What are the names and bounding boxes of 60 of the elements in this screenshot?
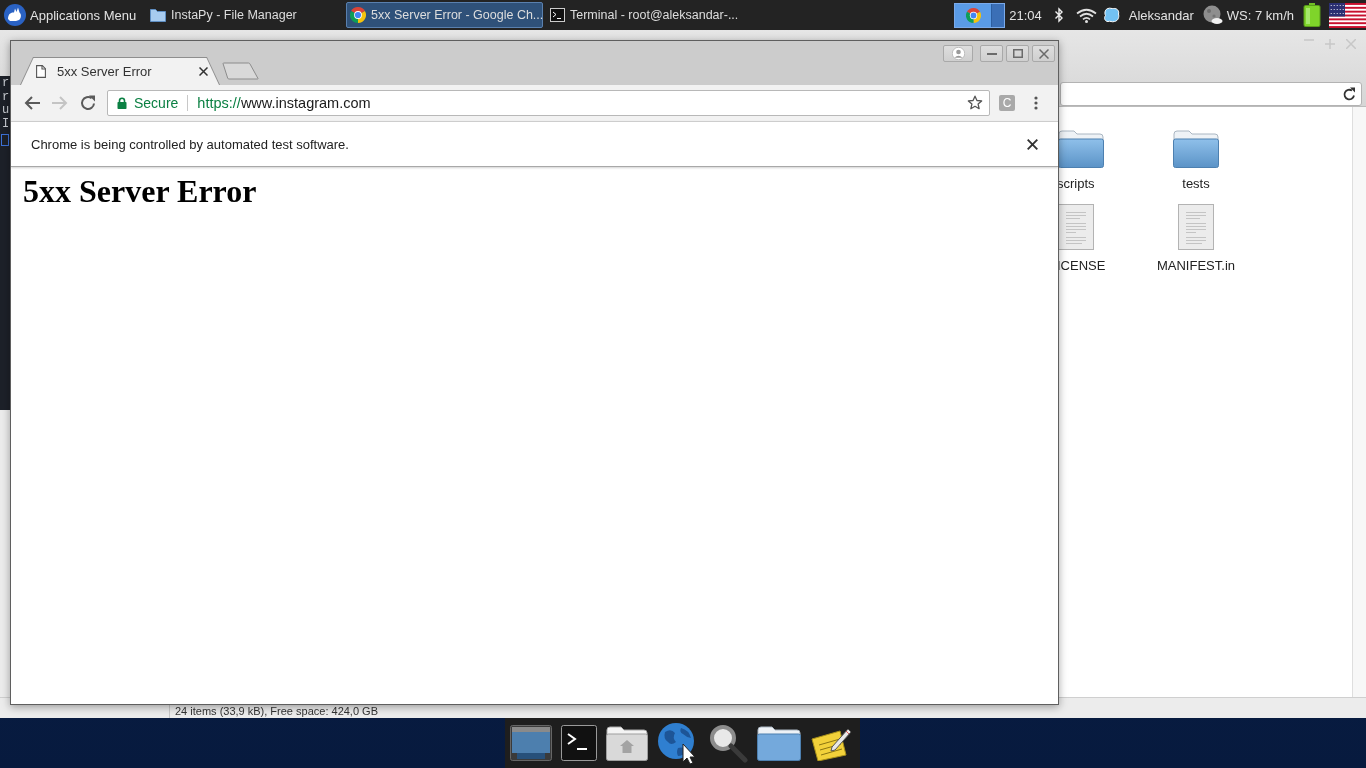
taskbar-button[interactable]: 5xx Server Error - Google Ch... <box>346 2 543 28</box>
url-text: https://www.instagram.com <box>197 95 371 111</box>
browser-tab[interactable]: 5xx Server Error <box>20 57 220 85</box>
status-bar-text: 24 items (33,9 kB), Free space: 424,0 GB <box>174 705 378 718</box>
magnifier-icon[interactable] <box>708 723 748 763</box>
folder-icon <box>1058 128 1104 168</box>
maximize-icon <box>1012 49 1023 58</box>
home-folder-icon[interactable] <box>606 725 648 761</box>
terminal-line: I <box>1 117 10 131</box>
minimize-icon <box>986 52 997 55</box>
workspace-pager[interactable] <box>954 2 1006 28</box>
profile-button[interactable] <box>943 45 973 62</box>
terminal-icon <box>550 8 565 22</box>
close-icon[interactable] <box>1027 138 1038 150</box>
close-button[interactable] <box>1032 45 1055 62</box>
folder-icon[interactable] <box>757 725 801 761</box>
file-name-label[interactable]: tests <box>1182 176 1210 191</box>
folder-icon <box>1173 128 1219 168</box>
security-label: Secure <box>134 95 179 111</box>
close-icon <box>1038 48 1049 59</box>
flag-icon[interactable] <box>1329 2 1366 28</box>
minimize-button[interactable] <box>980 45 1003 62</box>
weather-label: WS: 7 km/h <box>1226 7 1294 23</box>
tricolor-circle-icon <box>965 7 981 23</box>
cloud-icon[interactable] <box>1103 7 1120 23</box>
folder-icon <box>150 8 166 22</box>
file-name-label[interactable]: scripts <box>1057 176 1095 191</box>
lock-icon <box>117 97 127 109</box>
infobar-message: Chrome is being controlled by automated test software. <box>31 136 349 152</box>
tricolor-circle-icon <box>350 7 366 23</box>
reload-icon[interactable] <box>79 94 97 112</box>
reload-icon[interactable] <box>1343 87 1356 101</box>
document-icon <box>1178 204 1214 250</box>
cursor-icon <box>1 134 9 146</box>
file-name-label[interactable]: MANIFEST.in <box>1157 258 1235 273</box>
maximize-button[interactable] <box>1006 45 1029 62</box>
terminal-line: u <box>1 104 10 118</box>
clock-label[interactable]: 21:04 <box>1009 7 1042 23</box>
moon-cloud-icon[interactable] <box>1202 5 1223 25</box>
person-icon <box>951 47 965 60</box>
close-icon[interactable] <box>199 67 208 76</box>
location-field[interactable] <box>1060 82 1362 106</box>
back-arrow-icon[interactable] <box>23 95 41 111</box>
window-icon[interactable] <box>510 725 552 761</box>
battery-icon[interactable] <box>1303 3 1321 27</box>
mouse-logo-icon <box>4 4 26 26</box>
terminal-line: r <box>1 90 10 104</box>
address-field[interactable]: Secure https://www.instagram.com <box>107 90 990 116</box>
wifi-icon[interactable] <box>1075 7 1097 23</box>
taskbar-button[interactable]: InstaPy - File Manager <box>146 2 343 28</box>
taskbar-button[interactable]: Terminal - root@aleksandar-... <box>546 2 743 28</box>
terminal-line: r <box>1 77 10 91</box>
page-heading: 5xx Server Error <box>23 173 257 210</box>
page-icon <box>36 65 46 78</box>
user-name-label[interactable]: Aleksandar <box>1128 7 1194 23</box>
star-icon[interactable] <box>967 95 983 111</box>
terminal-icon[interactable] <box>561 725 597 761</box>
applications-menu-button[interactable]: Applications Menu <box>0 0 137 30</box>
bluetooth-icon[interactable] <box>1053 7 1064 23</box>
more-menu-icon[interactable] <box>1034 96 1038 110</box>
